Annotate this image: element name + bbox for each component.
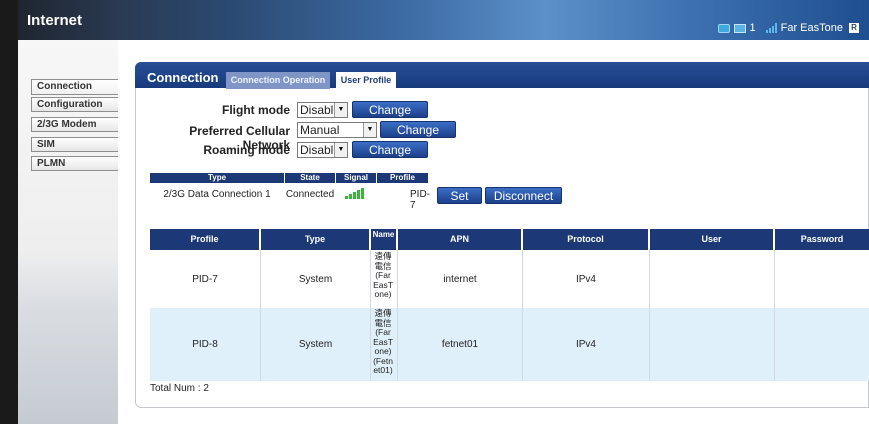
- row2-profile: PID-8: [192, 339, 218, 350]
- profile-header-name: Name: [371, 229, 397, 250]
- conn-header-profile: Profile: [377, 173, 428, 183]
- row2-apn: fetnet01: [441, 339, 479, 350]
- column-divider: [522, 250, 523, 381]
- row2-type: System: [298, 339, 333, 350]
- conn-header-state: State: [285, 173, 335, 183]
- tab-connection-operation[interactable]: Connection Operation: [226, 72, 330, 89]
- sidebar-item-configuration[interactable]: Configuration: [31, 97, 127, 112]
- flight-mode-change-button[interactable]: Change: [352, 101, 428, 118]
- profile-header-password: Password: [775, 229, 869, 250]
- set-button[interactable]: Set: [437, 187, 482, 204]
- signal-bars-icon: [345, 187, 364, 199]
- conn-state: Connected: [285, 189, 335, 200]
- column-divider: [370, 250, 371, 381]
- conn-header-type: Type: [150, 173, 284, 183]
- chevron-down-icon: ▼: [334, 143, 347, 157]
- conn-profile: PID-7: [410, 189, 430, 211]
- chevron-down-icon: ▼: [363, 123, 376, 137]
- panel-title: Connection: [147, 70, 219, 85]
- profile-header-profile: Profile: [150, 229, 260, 250]
- preferred-network-value: Manual: [300, 123, 340, 137]
- tab-user-profile[interactable]: User Profile: [336, 72, 396, 89]
- row2-name: 遠傳電信(Far EasTone)(Fetnet01): [373, 308, 393, 375]
- flight-mode-label: Flight mode: [222, 103, 290, 117]
- profile-header-protocol: Protocol: [523, 229, 649, 250]
- row2-protocol: IPv4: [575, 339, 596, 350]
- preferred-network-change-button[interactable]: Change: [380, 121, 456, 138]
- signal-bar: [361, 188, 364, 199]
- sidebar-item-plmn[interactable]: PLMN: [31, 156, 127, 171]
- conn-header-signal: Signal: [336, 173, 376, 183]
- app-title: Internet: [27, 12, 83, 29]
- total-count: Total Num : 2: [150, 383, 209, 394]
- column-divider: [397, 250, 398, 381]
- profile-header-name-text: Name: [372, 230, 395, 239]
- row1-protocol: IPv4: [575, 274, 596, 285]
- signal-bar: [345, 196, 348, 199]
- roaming-mode-select[interactable]: Disable ▼: [297, 142, 348, 158]
- message-icon[interactable]: [733, 23, 746, 33]
- row1-type: System: [298, 274, 333, 285]
- roaming-mode-label: Roaming mode: [203, 143, 290, 157]
- flight-mode-select[interactable]: Disable ▼: [297, 102, 348, 118]
- row1-apn: internet: [443, 274, 477, 285]
- signal-strength-icon: [765, 23, 777, 33]
- column-divider: [774, 250, 775, 381]
- signal-bar: [353, 192, 356, 199]
- profile-header-type: Type: [261, 229, 370, 250]
- sidebar-item-sim[interactable]: SIM: [31, 137, 127, 152]
- signal-bar: [357, 190, 360, 199]
- message-count: 1: [749, 22, 756, 34]
- profile-header-apn: APN: [398, 229, 522, 250]
- column-divider: [260, 250, 261, 381]
- sidebar-item-connection[interactable]: Connection: [31, 79, 127, 95]
- row1-profile: PID-7: [192, 274, 218, 285]
- profile-header-user: User: [650, 229, 774, 250]
- row1-name: 遠傳電信(Far EasTone): [373, 251, 393, 299]
- roaming-icon: R: [849, 23, 859, 33]
- modem-icon: [717, 23, 730, 33]
- preferred-network-select[interactable]: Manual ▼: [297, 122, 377, 138]
- operator-name: Far EasTone: [780, 22, 843, 34]
- roaming-mode-change-button[interactable]: Change: [352, 141, 428, 158]
- conn-type: 2/3G Data Connection 1: [163, 189, 271, 200]
- column-divider: [649, 250, 650, 381]
- status-bar: 1 Far EasTone R: [717, 22, 859, 34]
- top-banner: Internet 1 Far EasTone R: [18, 0, 869, 40]
- chevron-down-icon: ▼: [334, 103, 347, 117]
- signal-bar: [349, 194, 352, 199]
- sidebar-item-modem[interactable]: 2/3G Modem: [31, 117, 127, 132]
- disconnect-button[interactable]: Disconnect: [485, 187, 562, 204]
